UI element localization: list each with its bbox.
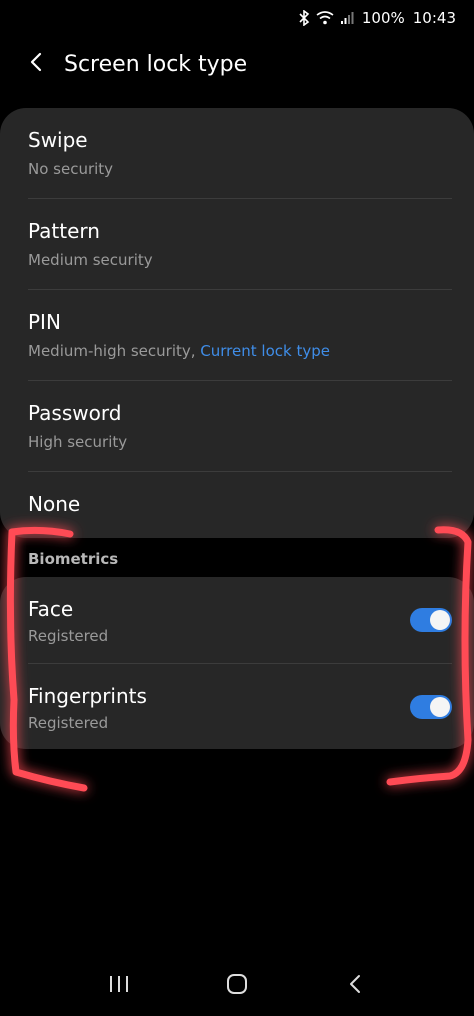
status-icons <box>298 10 354 26</box>
lock-option-none[interactable]: None <box>28 472 452 562</box>
back-icon <box>348 973 362 999</box>
option-subtitle: No security <box>28 160 114 178</box>
home-button[interactable] <box>207 956 267 1016</box>
current-lock-type-label: Current lock type <box>200 342 330 360</box>
toggle-knob <box>430 697 450 717</box>
toggle-knob <box>430 610 450 630</box>
status-bar: 100% 10:43 <box>0 0 474 36</box>
lock-option-pattern[interactable]: Pattern Medium security <box>28 199 452 290</box>
section-header-biometrics: Biometrics <box>28 550 119 568</box>
biometric-face[interactable]: Face Registered <box>28 577 452 664</box>
face-toggle[interactable] <box>410 608 452 632</box>
lock-type-list: Swipe No security Pattern Medium securit… <box>0 108 474 538</box>
option-title: Face <box>28 597 74 621</box>
option-title: None <box>28 492 81 516</box>
option-title: Pattern <box>28 219 100 243</box>
recents-icon <box>108 974 130 998</box>
option-title: PIN <box>28 310 61 334</box>
recents-button[interactable] <box>89 956 149 1016</box>
option-subtitle: Registered <box>28 627 109 645</box>
bluetooth-icon <box>298 10 310 26</box>
app-header: Screen lock type <box>0 36 474 92</box>
battery-level: 100% <box>361 9 405 27</box>
biometric-fingerprints[interactable]: Fingerprints Registered <box>28 664 452 750</box>
lock-option-password[interactable]: Password High security <box>28 381 452 472</box>
lock-option-pin[interactable]: PIN Medium-high security, Current lock t… <box>28 290 452 381</box>
home-icon <box>226 973 248 999</box>
page-title: Screen lock type <box>64 51 248 77</box>
lock-option-swipe[interactable]: Swipe No security <box>28 108 452 199</box>
option-title: Fingerprints <box>28 684 147 708</box>
option-subtitle: High security <box>28 433 128 451</box>
chevron-left-icon <box>29 52 43 76</box>
signal-icon <box>340 11 354 25</box>
biometrics-list: Face Registered Fingerprints Registered <box>0 577 474 749</box>
option-subtitle: Medium security <box>28 251 153 269</box>
nav-back-button[interactable] <box>325 956 385 1016</box>
option-title: Password <box>28 401 122 425</box>
option-subtitle: Registered <box>28 714 109 732</box>
option-subtitle-text: Medium-high security, <box>28 342 201 360</box>
wifi-icon <box>316 11 334 25</box>
system-nav-bar <box>0 956 474 1016</box>
back-button[interactable] <box>6 36 66 92</box>
option-subtitle: Medium-high security, Current lock type <box>28 342 330 360</box>
option-title: Swipe <box>28 128 88 152</box>
clock: 10:43 <box>412 9 456 27</box>
fingerprints-toggle[interactable] <box>410 695 452 719</box>
